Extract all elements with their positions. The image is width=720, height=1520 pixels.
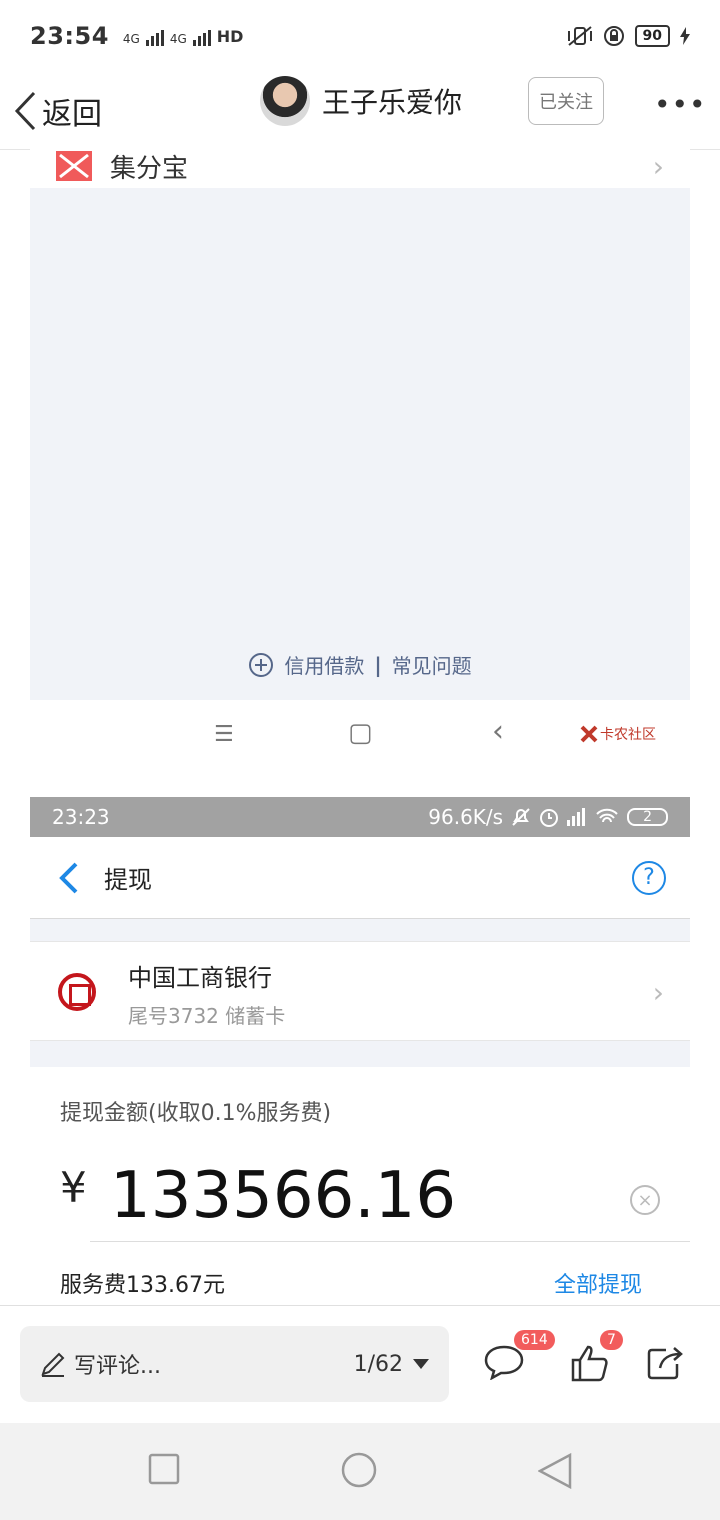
like-count-badge: 7 xyxy=(600,1330,623,1350)
chevron-left-icon xyxy=(14,91,36,130)
post-header: 返回 王子乐爱你 已关注 ••• xyxy=(0,72,720,150)
withdraw-header: 提现 ? xyxy=(30,837,690,919)
icbc-logo-icon xyxy=(58,973,96,1011)
embedded-screenshot-top: 集分宝 › 信用借款 | 常见问题 xyxy=(30,144,690,700)
battery-indicator: 90 xyxy=(634,25,670,47)
alarm-icon xyxy=(540,809,559,827)
bank-name: 中国工商银行 xyxy=(128,964,272,992)
back-button[interactable]: 返回 xyxy=(14,89,102,133)
chevron-right-icon: › xyxy=(652,976,664,1009)
network-type-2: 4G xyxy=(169,31,187,46)
wifi-icon xyxy=(596,808,618,823)
charging-icon xyxy=(680,27,690,45)
mute-icon xyxy=(512,808,530,826)
author-info[interactable]: 王子乐爱你 xyxy=(260,76,462,126)
page-selector[interactable]: 1/62 xyxy=(354,1352,429,1377)
share-icon xyxy=(647,1347,683,1380)
caret-down-icon xyxy=(413,1359,429,1369)
bank-card-info: 尾号3732 储蓄卡 xyxy=(128,1004,286,1028)
comment-icon xyxy=(484,1345,524,1381)
page-indicator: 1/62 xyxy=(353,1351,403,1377)
back-icon[interactable] xyxy=(538,1453,572,1489)
comments-button[interactable]: 614 xyxy=(484,1330,555,1384)
back-label: 返回 xyxy=(42,96,102,132)
embedded-battery: 2 xyxy=(627,808,668,826)
watermark-text: 卡农社区 xyxy=(600,727,656,743)
service-fee: 服务费133.67元 xyxy=(60,1273,225,1298)
home-icon: ▢ xyxy=(348,718,373,748)
follow-button[interactable]: 已关注 xyxy=(528,77,604,125)
comment-input[interactable]: 写评论... 1/62 xyxy=(20,1326,449,1402)
network-type-1: 4G xyxy=(122,31,140,46)
pencil-icon xyxy=(41,1352,65,1377)
comment-count-badge: 614 xyxy=(514,1330,555,1350)
jifenbao-label: 集分宝 xyxy=(110,153,189,184)
system-nav-bar xyxy=(0,1423,720,1520)
comment-placeholder: 写评论... xyxy=(74,1354,161,1379)
signal-icon xyxy=(145,29,164,46)
network-speed: 96.6K/s xyxy=(428,805,504,829)
comment-bar: 写评论... 1/62 614 7 xyxy=(0,1305,720,1423)
credit-loan-icon xyxy=(249,652,274,677)
kanong-logo-icon xyxy=(580,725,598,743)
footer-links: 信用借款 | 常见问题 xyxy=(30,650,690,679)
divider xyxy=(90,1241,690,1242)
signal-indicators: 4G 4G HD xyxy=(122,26,244,46)
embedded-status-time: 23:23 xyxy=(52,805,110,829)
avatar[interactable] xyxy=(260,76,310,126)
thumbs-up-icon xyxy=(571,1345,608,1382)
withdraw-title: 提现 xyxy=(104,866,152,894)
bank-card-row: 中国工商银行 尾号3732 储蓄卡 › xyxy=(30,941,690,1041)
section-gap xyxy=(30,1041,690,1067)
amount-value: 133566.16 xyxy=(110,1159,457,1233)
credit-loan-link: 信用借款 xyxy=(284,654,365,678)
author-name[interactable]: 王子乐爱你 xyxy=(322,81,462,121)
clear-icon: × xyxy=(630,1185,660,1215)
jifenbao-row: 集分宝 › xyxy=(30,144,690,188)
chevron-right-icon: › xyxy=(652,149,664,183)
recents-icon[interactable] xyxy=(148,1453,180,1485)
home-icon[interactable] xyxy=(340,1451,378,1489)
currency-symbol: ¥ xyxy=(60,1163,87,1212)
watermark: 卡农社区 xyxy=(580,724,656,744)
share-button[interactable] xyxy=(646,1344,684,1384)
faq-link: 常见问题 xyxy=(391,654,472,678)
embedded-nav-bar: ☰ ▢ ‹ 卡农社区 xyxy=(30,700,690,778)
more-options-button[interactable]: ••• xyxy=(654,88,707,121)
section-gap xyxy=(30,919,690,941)
signal-icon xyxy=(192,29,211,46)
back-icon: ‹ xyxy=(492,714,504,749)
vibrate-icon xyxy=(567,26,592,46)
help-icon: ? xyxy=(632,860,666,895)
signal-icon xyxy=(567,808,586,826)
hd-indicator: HD xyxy=(216,26,244,46)
jifenbao-icon xyxy=(56,151,92,181)
like-button[interactable]: 7 xyxy=(570,1330,623,1386)
status-bar: 23:54 4G 4G HD 90 xyxy=(0,0,720,72)
embedded-status-bar: 23:23 96.6K/s 2 xyxy=(30,797,690,837)
amount-section: 提现金额(收取0.1%服务费) ¥ 133566.16 × 服务费133.67元… xyxy=(30,1067,690,1305)
menu-icon: ☰ xyxy=(214,722,234,747)
link-separator: | xyxy=(374,652,382,677)
withdraw-all-link: 全部提现 xyxy=(554,1273,643,1298)
lock-rotation-icon xyxy=(603,26,624,46)
status-time: 23:54 xyxy=(30,22,109,50)
chevron-left-icon xyxy=(59,862,78,893)
amount-label: 提现金额(收取0.1%服务费) xyxy=(60,1101,332,1126)
